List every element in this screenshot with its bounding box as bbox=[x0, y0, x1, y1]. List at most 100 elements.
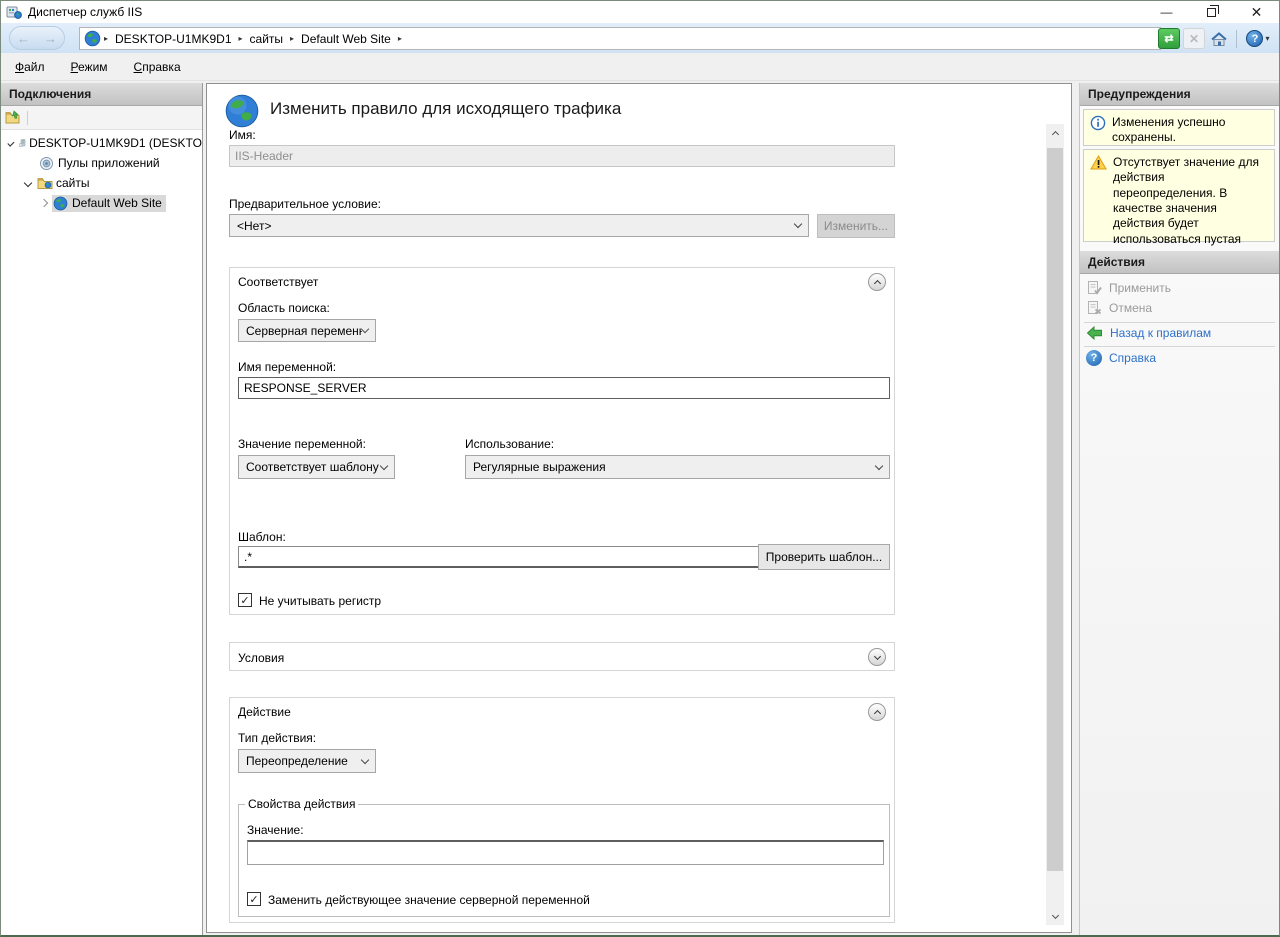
action-section: Действие Тип действия: Переопределение С… bbox=[229, 697, 895, 923]
menu-help[interactable]: Справка bbox=[134, 60, 181, 74]
chevron-down-icon bbox=[361, 755, 369, 763]
expand-chevron-icon[interactable] bbox=[7, 140, 14, 147]
breadcrumb-arrow-icon[interactable]: ▸ bbox=[104, 34, 108, 43]
apply-action: Применить bbox=[1086, 280, 1171, 296]
restore-button[interactable] bbox=[1189, 1, 1234, 23]
action-type-select[interactable]: Переопределение bbox=[238, 749, 376, 773]
chevron-down-icon bbox=[875, 461, 883, 469]
chevron-down-icon bbox=[873, 652, 880, 659]
collapsed-chevron-icon[interactable] bbox=[40, 199, 48, 207]
precondition-select[interactable]: <Нет> bbox=[229, 214, 809, 237]
selected-tree-item[interactable]: Default Web Site bbox=[52, 195, 166, 212]
tree-item-app-pools[interactable]: Пулы приложений bbox=[1, 153, 202, 173]
scrollbar-thumb[interactable] bbox=[1047, 148, 1063, 871]
variable-value-select[interactable]: Соответствует шаблону bbox=[238, 455, 395, 479]
info-alert-text: Изменения успешно сохранены. bbox=[1112, 115, 1269, 140]
variable-name-input[interactable] bbox=[238, 377, 890, 399]
connections-header: Подключения bbox=[1, 83, 202, 106]
collapse-section-button[interactable] bbox=[868, 273, 886, 291]
save-connection-icon[interactable] bbox=[5, 110, 21, 125]
window-title: Диспетчер служб IIS bbox=[28, 5, 142, 19]
edit-precondition-button[interactable]: Изменить... bbox=[817, 214, 895, 238]
scroll-down-button[interactable] bbox=[1046, 907, 1064, 925]
toolbar-separator bbox=[27, 111, 28, 125]
replace-value-label: Заменить действующее значение серверной … bbox=[268, 893, 590, 907]
forward-icon[interactable]: → bbox=[44, 31, 57, 46]
address-toolbar: ⇄ ✕ ? ▾ bbox=[1158, 27, 1273, 50]
breadcrumb-sites[interactable]: сайты bbox=[250, 32, 284, 46]
address-bar[interactable]: ▸ DESKTOP-U1MK9D1 ▸ сайты ▸ Default Web … bbox=[79, 27, 1161, 50]
alerts-header: Предупреждения bbox=[1080, 83, 1279, 106]
vertical-scrollbar[interactable] bbox=[1046, 124, 1064, 925]
apply-icon bbox=[1086, 280, 1102, 296]
scope-label: Область поиска: bbox=[238, 301, 330, 315]
cancel-action: Отмена bbox=[1086, 300, 1152, 316]
replace-value-checkbox[interactable]: ✓ bbox=[247, 892, 261, 906]
action-section-title: Действие bbox=[238, 705, 291, 719]
expand-chevron-icon[interactable] bbox=[24, 179, 32, 187]
warning-alert: Отсутствует значение для действия переоп… bbox=[1083, 149, 1275, 242]
close-button[interactable]: ✕ bbox=[1234, 1, 1279, 23]
actions-header: Действия bbox=[1080, 251, 1279, 274]
page-title: Изменить правило для исходящего трафика bbox=[270, 99, 621, 119]
back-to-rules-action[interactable]: Назад к правилам bbox=[1086, 325, 1211, 341]
help-action[interactable]: ? Справка bbox=[1086, 350, 1156, 366]
window-controls: — ✕ bbox=[1144, 1, 1279, 23]
breadcrumb-arrow-icon[interactable]: ▸ bbox=[398, 34, 402, 43]
breadcrumb-server[interactable]: DESKTOP-U1MK9D1 bbox=[115, 32, 231, 46]
restore-icon bbox=[1207, 8, 1216, 17]
using-select[interactable]: Регулярные выражения bbox=[465, 455, 890, 479]
scope-select[interactable]: Серверная переменн bbox=[238, 319, 376, 342]
minimize-button[interactable]: — bbox=[1144, 1, 1189, 23]
info-icon bbox=[1090, 115, 1106, 131]
collapse-section-button[interactable] bbox=[868, 703, 886, 721]
breadcrumb-arrow-icon[interactable]: ▸ bbox=[290, 34, 294, 43]
application-pools-icon bbox=[39, 156, 54, 171]
tree-item-label: Default Web Site bbox=[72, 196, 162, 210]
menu-view[interactable]: Режим bbox=[71, 60, 108, 74]
cancel-icon bbox=[1086, 300, 1102, 316]
connections-panel: Подключения DESKTOP-U1MK9D1 (DESKTO bbox=[1, 83, 203, 935]
stop-button[interactable]: ✕ bbox=[1183, 28, 1205, 49]
scroll-up-button[interactable] bbox=[1046, 124, 1064, 142]
pattern-input[interactable] bbox=[238, 546, 759, 568]
breadcrumb-default-web-site[interactable]: Default Web Site bbox=[301, 32, 391, 46]
feature-page: Изменить правило для исходящего трафика … bbox=[206, 83, 1072, 933]
warning-icon bbox=[1090, 155, 1107, 170]
tree-item-label: Пулы приложений bbox=[58, 156, 160, 170]
back-icon[interactable]: ← bbox=[17, 31, 30, 46]
tree-item-server[interactable]: DESKTOP-U1MK9D1 (DESKTO bbox=[1, 133, 202, 153]
action-type-value: Переопределение bbox=[246, 754, 348, 768]
tree-item-default-web-site[interactable]: Default Web Site bbox=[1, 193, 202, 213]
help-button[interactable]: ? ▾ bbox=[1243, 28, 1273, 49]
breadcrumb-arrow-icon[interactable]: ▸ bbox=[239, 34, 243, 43]
expand-section-button[interactable] bbox=[868, 648, 886, 666]
iis-manager-window: Диспетчер служб IIS — ✕ ← → ▸ DESKTOP-U1… bbox=[0, 0, 1280, 937]
menu-file[interactable]: Файл bbox=[15, 60, 45, 74]
home-button[interactable] bbox=[1208, 28, 1230, 49]
ignore-case-checkbox[interactable]: ✓ bbox=[238, 593, 252, 607]
pattern-label: Шаблон: bbox=[238, 530, 286, 544]
refresh-button[interactable]: ⇄ bbox=[1158, 28, 1180, 49]
sites-folder-icon bbox=[37, 176, 53, 190]
tree-item-label: DESKTOP-U1MK9D1 (DESKTO bbox=[29, 136, 202, 150]
match-section: Соответствует Область поиска: Серверная … bbox=[229, 267, 895, 615]
action-value-label: Значение: bbox=[247, 823, 304, 837]
chevron-up-icon bbox=[1051, 131, 1058, 138]
globe-icon bbox=[84, 30, 101, 47]
ignore-case-label: Не учитывать регистр bbox=[259, 594, 381, 608]
right-panel: Предупреждения Изменения успешно сохране… bbox=[1079, 83, 1279, 935]
back-arrow-icon bbox=[1086, 325, 1103, 341]
tree-item-sites[interactable]: сайты bbox=[1, 173, 202, 193]
toolbar-separator bbox=[1236, 30, 1237, 48]
test-pattern-button[interactable]: Проверить шаблон... bbox=[758, 544, 890, 570]
nav-buttons: ← → bbox=[9, 26, 65, 50]
tree-item-label: сайты bbox=[56, 176, 90, 190]
check-icon: ✓ bbox=[249, 893, 258, 906]
help-icon: ? bbox=[1246, 30, 1263, 47]
connections-tree: DESKTOP-U1MK9D1 (DESKTO Пулы приложений bbox=[1, 130, 202, 213]
check-icon: ✓ bbox=[240, 594, 249, 607]
separator bbox=[1084, 346, 1275, 347]
precondition-label: Предварительное условие: bbox=[229, 197, 381, 211]
action-value-input[interactable] bbox=[247, 840, 884, 865]
